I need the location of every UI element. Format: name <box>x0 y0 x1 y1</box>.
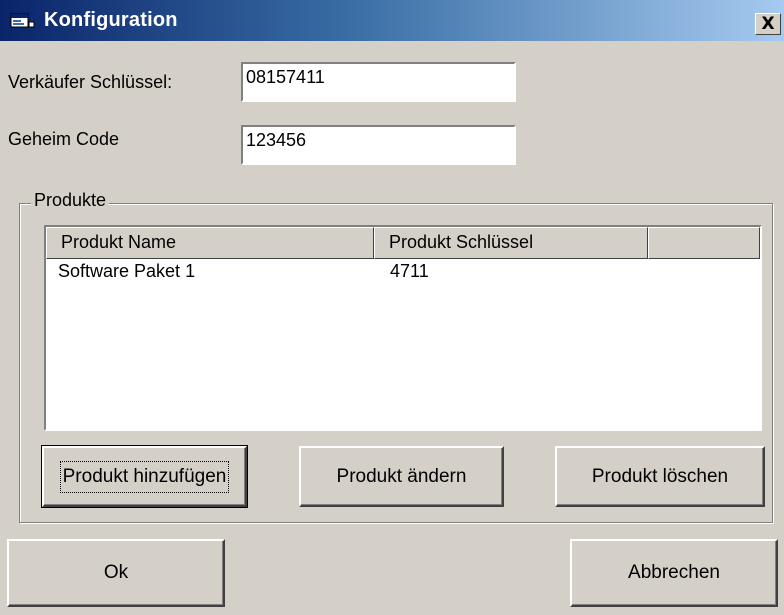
column-header-product-name[interactable]: Produkt Name <box>46 227 374 259</box>
add-product-button[interactable]: Produkt hinzufügen <box>41 445 248 508</box>
secret-code-input[interactable]: 123456 <box>241 125 516 165</box>
products-group-title: Produkte <box>31 190 110 211</box>
listview-header: Produkt Name Produkt Schlüssel <box>46 227 760 259</box>
column-header-product-key[interactable]: Produkt Schlüssel <box>374 227 648 259</box>
cancel-label: Abbrechen <box>628 562 720 583</box>
list-item[interactable]: Software Paket 1 4711 <box>46 259 760 287</box>
close-icon: X <box>761 14 775 34</box>
delete-product-label: Produkt löschen <box>591 465 729 487</box>
window-title: Konfiguration <box>44 9 178 31</box>
close-button[interactable]: X <box>755 13 781 35</box>
title-bar[interactable]: Konfiguration X <box>0 0 784 41</box>
seller-key-input[interactable]: 08157411 <box>241 62 516 102</box>
column-header-empty[interactable] <box>648 227 760 259</box>
window-app-icon[interactable] <box>10 12 36 30</box>
ok-label: Ok <box>103 562 129 583</box>
products-listview[interactable]: Produkt Name Produkt Schlüssel Software … <box>44 225 762 431</box>
product-name-cell: Software Paket 1 <box>58 261 196 281</box>
secret-code-label: Geheim Code <box>8 129 120 149</box>
delete-product-button[interactable]: Produkt löschen <box>555 446 765 507</box>
secret-code-value: 123456 <box>246 130 307 150</box>
column-header-label: Produkt Schlüssel <box>389 232 534 252</box>
column-header-label: Produkt Name <box>61 232 177 252</box>
seller-key-label: Verkäufer Schlüssel: <box>8 72 173 92</box>
edit-product-button[interactable]: Produkt ändern <box>299 446 504 507</box>
seller-key-value: 08157411 <box>246 67 325 87</box>
add-product-label: Produkt hinzufügen <box>59 460 230 493</box>
product-key-cell: 4711 <box>390 261 429 281</box>
ok-button[interactable]: Ok <box>7 539 225 607</box>
edit-product-label: Produkt ändern <box>336 465 467 487</box>
cancel-button[interactable]: Abbrechen <box>570 539 778 607</box>
